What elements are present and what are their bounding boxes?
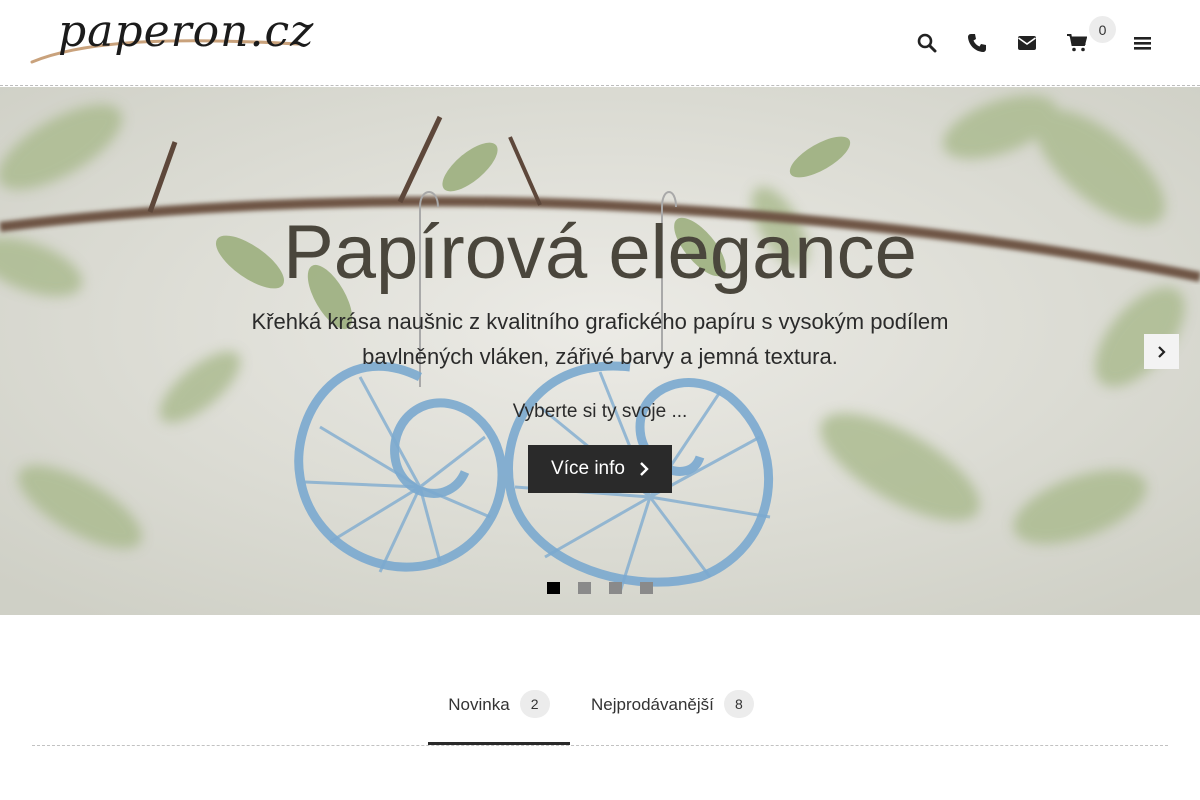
tab-count-badge: 8 <box>723 690 754 718</box>
slider-dot-4[interactable] <box>640 582 653 594</box>
hero-slider: Papírová elegance Křehká krása naušnic z… <box>0 87 1200 615</box>
more-info-label: Více info <box>551 458 625 479</box>
mail-icon[interactable] <box>1012 28 1042 58</box>
hero-title: Papírová elegance <box>283 210 917 295</box>
site-logo[interactable]: paperon.cz <box>30 6 313 72</box>
slider-next-button[interactable] <box>1144 334 1179 369</box>
search-icon[interactable] <box>912 28 942 58</box>
hero-subtitle: Křehká krása naušnic z kvalitního grafic… <box>251 309 949 369</box>
slider-dot-2[interactable] <box>578 582 591 594</box>
phone-icon[interactable] <box>962 28 992 58</box>
tab-label: Novinka <box>448 695 510 714</box>
tab-label: Nejprodávanější <box>591 695 714 714</box>
chevron-right-icon <box>640 462 649 476</box>
chevron-right-icon <box>1157 345 1166 358</box>
cart-icon[interactable] <box>1062 28 1092 58</box>
hero-tagline: Vyberte si ty svoje ... <box>512 401 688 422</box>
slider-dot-3[interactable] <box>609 582 622 594</box>
logo-text: paperon.cz <box>58 6 315 57</box>
menu-icon[interactable] <box>1128 28 1158 58</box>
tab-novinka[interactable]: Novinka 2 <box>428 690 570 745</box>
tab-count-badge: 2 <box>519 690 550 718</box>
product-tabs: Novinka 2 Nejprodávanější 8 <box>32 690 1168 746</box>
more-info-button[interactable]: Více info <box>528 445 672 493</box>
site-header: paperon.cz 0 <box>0 0 1200 86</box>
cart-count-badge: 0 <box>1089 16 1116 43</box>
slider-dot-1[interactable] <box>547 582 560 594</box>
tab-nejprodavanejsi[interactable]: Nejprodávanější 8 <box>591 690 761 745</box>
